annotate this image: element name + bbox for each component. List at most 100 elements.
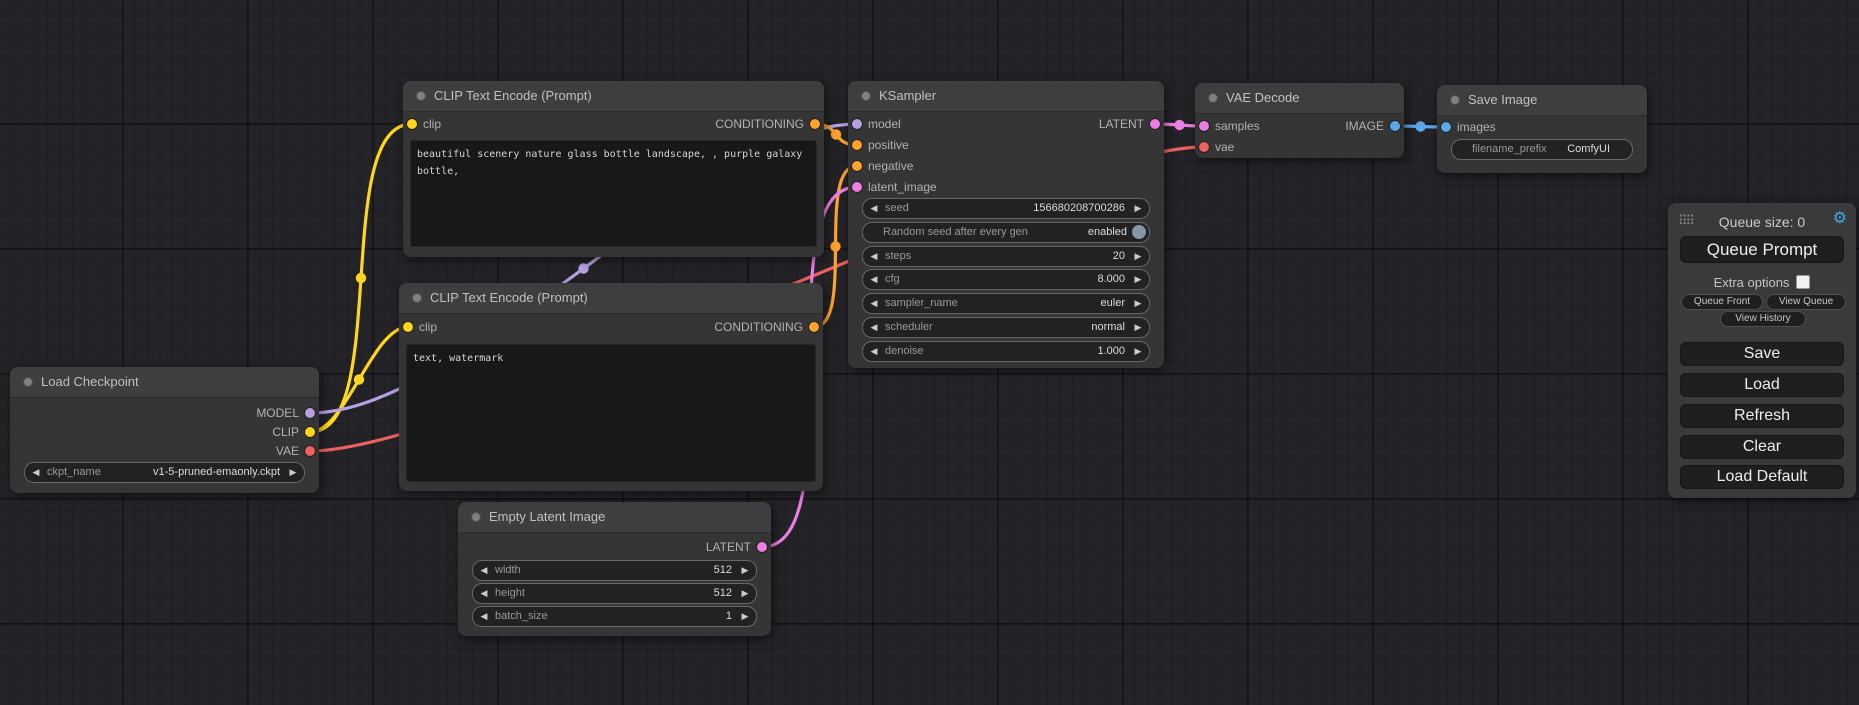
node-clip-text-encode-negative[interactable]: CLIP Text Encode (Prompt)clipCONDITIONIN… [399, 283, 823, 491]
link-midpoint-dot[interactable] [578, 263, 588, 273]
extra-options-checkbox[interactable] [1796, 275, 1810, 289]
link-midpoint-dot[interactable] [1415, 121, 1425, 131]
collapse-dot[interactable] [471, 512, 481, 522]
gear-icon[interactable]: ⚙ [1833, 211, 1847, 227]
Random seed after every gen-widget[interactable]: Random seed after every genenabled [862, 222, 1150, 243]
height-widget[interactable]: ◀ ▶ height 512 [472, 583, 757, 604]
negative-input-dot[interactable] [852, 161, 862, 171]
node-vae-decode[interactable]: VAE DecodesamplesvaeIMAGE [1195, 83, 1404, 158]
increment-arrow-icon[interactable]: ▶ [739, 607, 751, 626]
increment-arrow-icon[interactable]: ▶ [1132, 270, 1144, 289]
ckpt_name-widget[interactable]: ◀▶ckpt_namev1-5-pruned-emaonly.ckpt [24, 462, 305, 483]
decrement-arrow-icon[interactable]: ◀ [868, 342, 880, 361]
view-history-button[interactable]: View History [1720, 311, 1806, 327]
sampler_name-widget[interactable]: ◀▶sampler_nameeuler [862, 293, 1150, 314]
increment-arrow-icon[interactable]: ▶ [1132, 247, 1144, 266]
decrement-arrow-icon[interactable]: ◀ [868, 318, 880, 337]
decrement-arrow-icon[interactable]: ◀ [868, 247, 880, 266]
latent-output-dot[interactable] [1150, 119, 1160, 129]
decrement-arrow-icon[interactable]: ◀ [478, 584, 490, 603]
image-output-dot[interactable] [1390, 121, 1400, 131]
output-slot-label: LATENT [1099, 115, 1144, 133]
vae-input-dot[interactable] [1199, 142, 1209, 152]
widget-value: 512 [714, 584, 732, 603]
link-midpoint-dot[interactable] [354, 374, 364, 384]
filename_prefix-widget[interactable]: filename_prefixComfyUI [1451, 139, 1633, 160]
load-button[interactable]: Load [1680, 373, 1844, 397]
widget-value: v1-5-pruned-emaonly.ckpt [153, 463, 280, 482]
load-default-button[interactable]: Load Default [1680, 465, 1844, 489]
images-input-dot[interactable] [1441, 122, 1451, 132]
increment-arrow-icon[interactable]: ▶ [739, 561, 751, 580]
node-save-image[interactable]: Save Image images filename_prefixComfyUI [1437, 85, 1647, 173]
input-slot-label: images [1457, 118, 1496, 136]
increment-arrow-icon[interactable]: ▶ [287, 463, 299, 482]
prompt-textarea[interactable]: beautiful scenery nature glass bottle la… [410, 140, 817, 247]
seed-widget[interactable]: ◀▶seed156680208700286 [862, 198, 1150, 219]
clip-output-dot[interactable] [305, 427, 315, 437]
node-title-bar[interactable]: CLIP Text Encode (Prompt) [399, 283, 823, 314]
denoise-widget[interactable]: ◀▶denoise1.000 [862, 341, 1150, 362]
latent_image-input-dot[interactable] [852, 182, 862, 192]
conditioning-output-dot[interactable] [810, 119, 820, 129]
increment-arrow-icon[interactable]: ▶ [739, 584, 751, 603]
link-midpoint-dot[interactable] [831, 129, 841, 139]
widget-value: ComfyUI [1567, 140, 1610, 159]
steps-widget[interactable]: ◀▶steps20 [862, 246, 1150, 267]
decrement-arrow-icon[interactable]: ◀ [868, 270, 880, 289]
widget-label: width [495, 561, 521, 580]
widget-value: 8.000 [1097, 270, 1125, 289]
decrement-arrow-icon[interactable]: ◀ [868, 199, 880, 218]
node-ksampler[interactable]: KSamplermodelpositivenegativelatent_imag… [848, 81, 1164, 368]
collapse-dot[interactable] [861, 91, 871, 101]
output-slot-vae: VAE [10, 442, 319, 460]
input-slot-images: images [1437, 118, 1647, 136]
queue-prompt-button[interactable]: Queue Prompt [1680, 236, 1844, 263]
decrement-arrow-icon[interactable]: ◀ [30, 463, 42, 482]
collapse-dot[interactable] [23, 377, 33, 387]
link-midpoint-dot[interactable] [830, 241, 840, 251]
node-title-bar[interactable]: KSampler [848, 81, 1164, 112]
node-title-bar[interactable]: Load Checkpoint [10, 367, 319, 398]
collapse-dot[interactable] [1208, 93, 1218, 103]
batch_size-widget[interactable]: ◀▶batch_size1 [472, 606, 757, 627]
node-title-bar[interactable]: Empty Latent Image [458, 502, 771, 533]
view-queue-button[interactable]: View Queue [1766, 294, 1846, 310]
output-slot-label: VAE [276, 442, 299, 460]
vae-output-dot[interactable] [305, 446, 315, 456]
node-load-checkpoint[interactable]: Load CheckpointMODELCLIPVAE◀▶ckpt_namev1… [10, 367, 319, 493]
collapse-dot[interactable] [412, 293, 422, 303]
increment-arrow-icon[interactable]: ▶ [1132, 342, 1144, 361]
node-title-bar[interactable]: VAE Decode [1195, 83, 1404, 114]
cfg-widget[interactable]: ◀▶cfg8.000 [862, 269, 1150, 290]
widget-label: height [495, 584, 525, 603]
increment-arrow-icon[interactable]: ▶ [1132, 199, 1144, 218]
conditioning-output-dot[interactable] [809, 322, 819, 332]
decrement-arrow-icon[interactable]: ◀ [478, 561, 490, 580]
node-graph-canvas[interactable]: Load CheckpointMODELCLIPVAE◀▶ckpt_namev1… [0, 0, 1859, 705]
link-midpoint-dot[interactable] [1174, 120, 1184, 130]
scheduler-widget[interactable]: ◀▶schedulernormal [862, 317, 1150, 338]
save-button[interactable]: Save [1680, 342, 1844, 366]
width-widget[interactable]: ◀▶width512 [472, 560, 757, 581]
node-clip-text-encode-positive[interactable]: CLIP Text Encode (Prompt)clipCONDITIONIN… [403, 81, 824, 257]
positive-input-dot[interactable] [852, 140, 862, 150]
increment-arrow-icon[interactable]: ▶ [1132, 318, 1144, 337]
collapse-dot[interactable] [1450, 95, 1460, 105]
node-empty-latent-image[interactable]: Empty Latent ImageLATENT◀▶width512◀▶heig… [458, 502, 771, 636]
decrement-arrow-icon[interactable]: ◀ [868, 294, 880, 313]
toggle-indicator[interactable] [1132, 225, 1146, 239]
clear-button[interactable]: Clear [1680, 435, 1844, 459]
collapse-dot[interactable] [416, 91, 426, 101]
refresh-button[interactable]: Refresh [1680, 404, 1844, 428]
increment-arrow-icon[interactable]: ▶ [1132, 294, 1144, 313]
model-output-dot[interactable] [305, 408, 315, 418]
decrement-arrow-icon[interactable]: ◀ [478, 607, 490, 626]
node-title-bar[interactable]: CLIP Text Encode (Prompt) [403, 81, 824, 112]
queue-front-button[interactable]: Queue Front [1681, 294, 1763, 310]
latent-output-dot[interactable] [757, 542, 767, 552]
input-slot-label: negative [868, 157, 913, 175]
prompt-textarea[interactable]: text, watermark [406, 344, 816, 482]
node-title-bar[interactable]: Save Image [1437, 85, 1647, 116]
link-midpoint-dot[interactable] [356, 273, 366, 283]
